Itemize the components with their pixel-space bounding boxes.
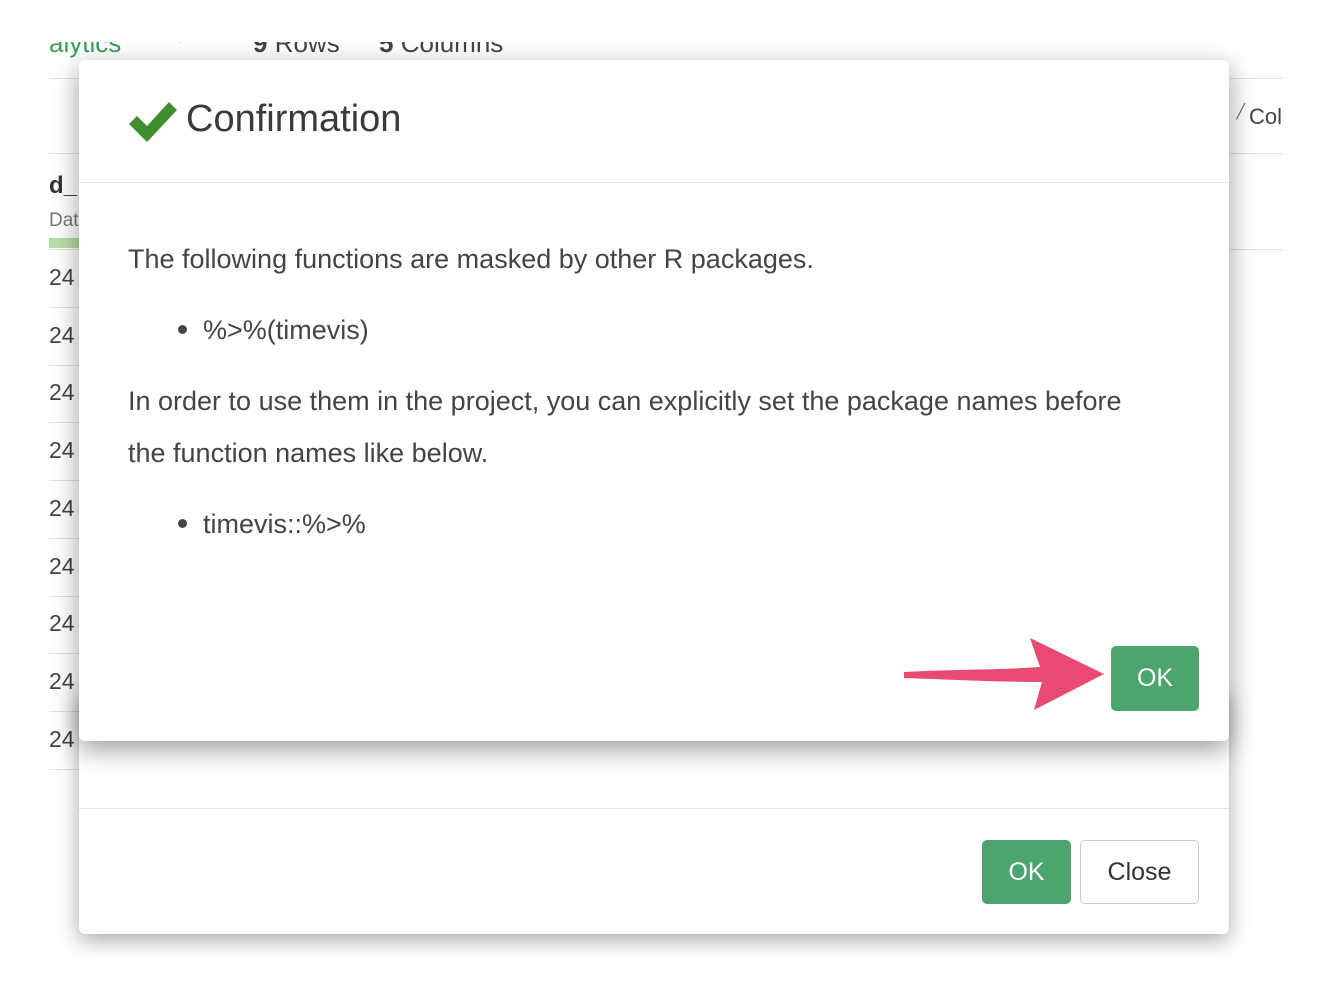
columns-count-label: 5 Columns xyxy=(379,42,503,59)
columns-count: 5 xyxy=(379,42,394,58)
top-divider xyxy=(180,42,181,44)
masked-function-text: %>%(timevis) xyxy=(203,315,369,345)
dialog-title: Confirmation xyxy=(186,98,402,140)
edit-icon: ╱ xyxy=(1236,103,1245,119)
bullet-dot xyxy=(178,325,187,334)
check-icon xyxy=(129,102,177,142)
example-text: timevis::%>% xyxy=(203,509,366,539)
rows-label: Rows xyxy=(274,42,340,58)
analytics-tab-fragment[interactable]: alytics xyxy=(49,42,121,59)
annotation-arrow-icon xyxy=(904,638,1104,710)
rows-count: 9 xyxy=(253,42,268,58)
masked-function-item: %>%(timevis) xyxy=(178,304,369,356)
dialog-header: Confirmation xyxy=(79,60,1229,183)
rows-count-label: 9 Rows xyxy=(253,42,340,59)
underlying-close-button[interactable]: Close xyxy=(1080,840,1199,904)
underlying-dialog-footer-divider xyxy=(79,808,1229,809)
top-bar-fragment: alytics 9 Rows 5 Columns xyxy=(49,42,1284,58)
example-item: timevis::%>% xyxy=(178,498,366,550)
instruction-message: In order to use them in the project, you… xyxy=(128,386,1122,468)
columns-label: Columns xyxy=(400,42,504,58)
masked-message: The following functions are masked by ot… xyxy=(128,244,814,274)
column-button-fragment[interactable]: ╱ Col xyxy=(1236,103,1282,130)
column-header-type: Dat xyxy=(49,210,79,231)
bullet-dot xyxy=(178,519,187,528)
column-button-label: Col xyxy=(1248,104,1282,129)
ok-button[interactable]: OK xyxy=(1111,646,1199,711)
underlying-ok-button[interactable]: OK xyxy=(982,840,1071,904)
column-header-name[interactable]: d_ xyxy=(49,172,77,200)
